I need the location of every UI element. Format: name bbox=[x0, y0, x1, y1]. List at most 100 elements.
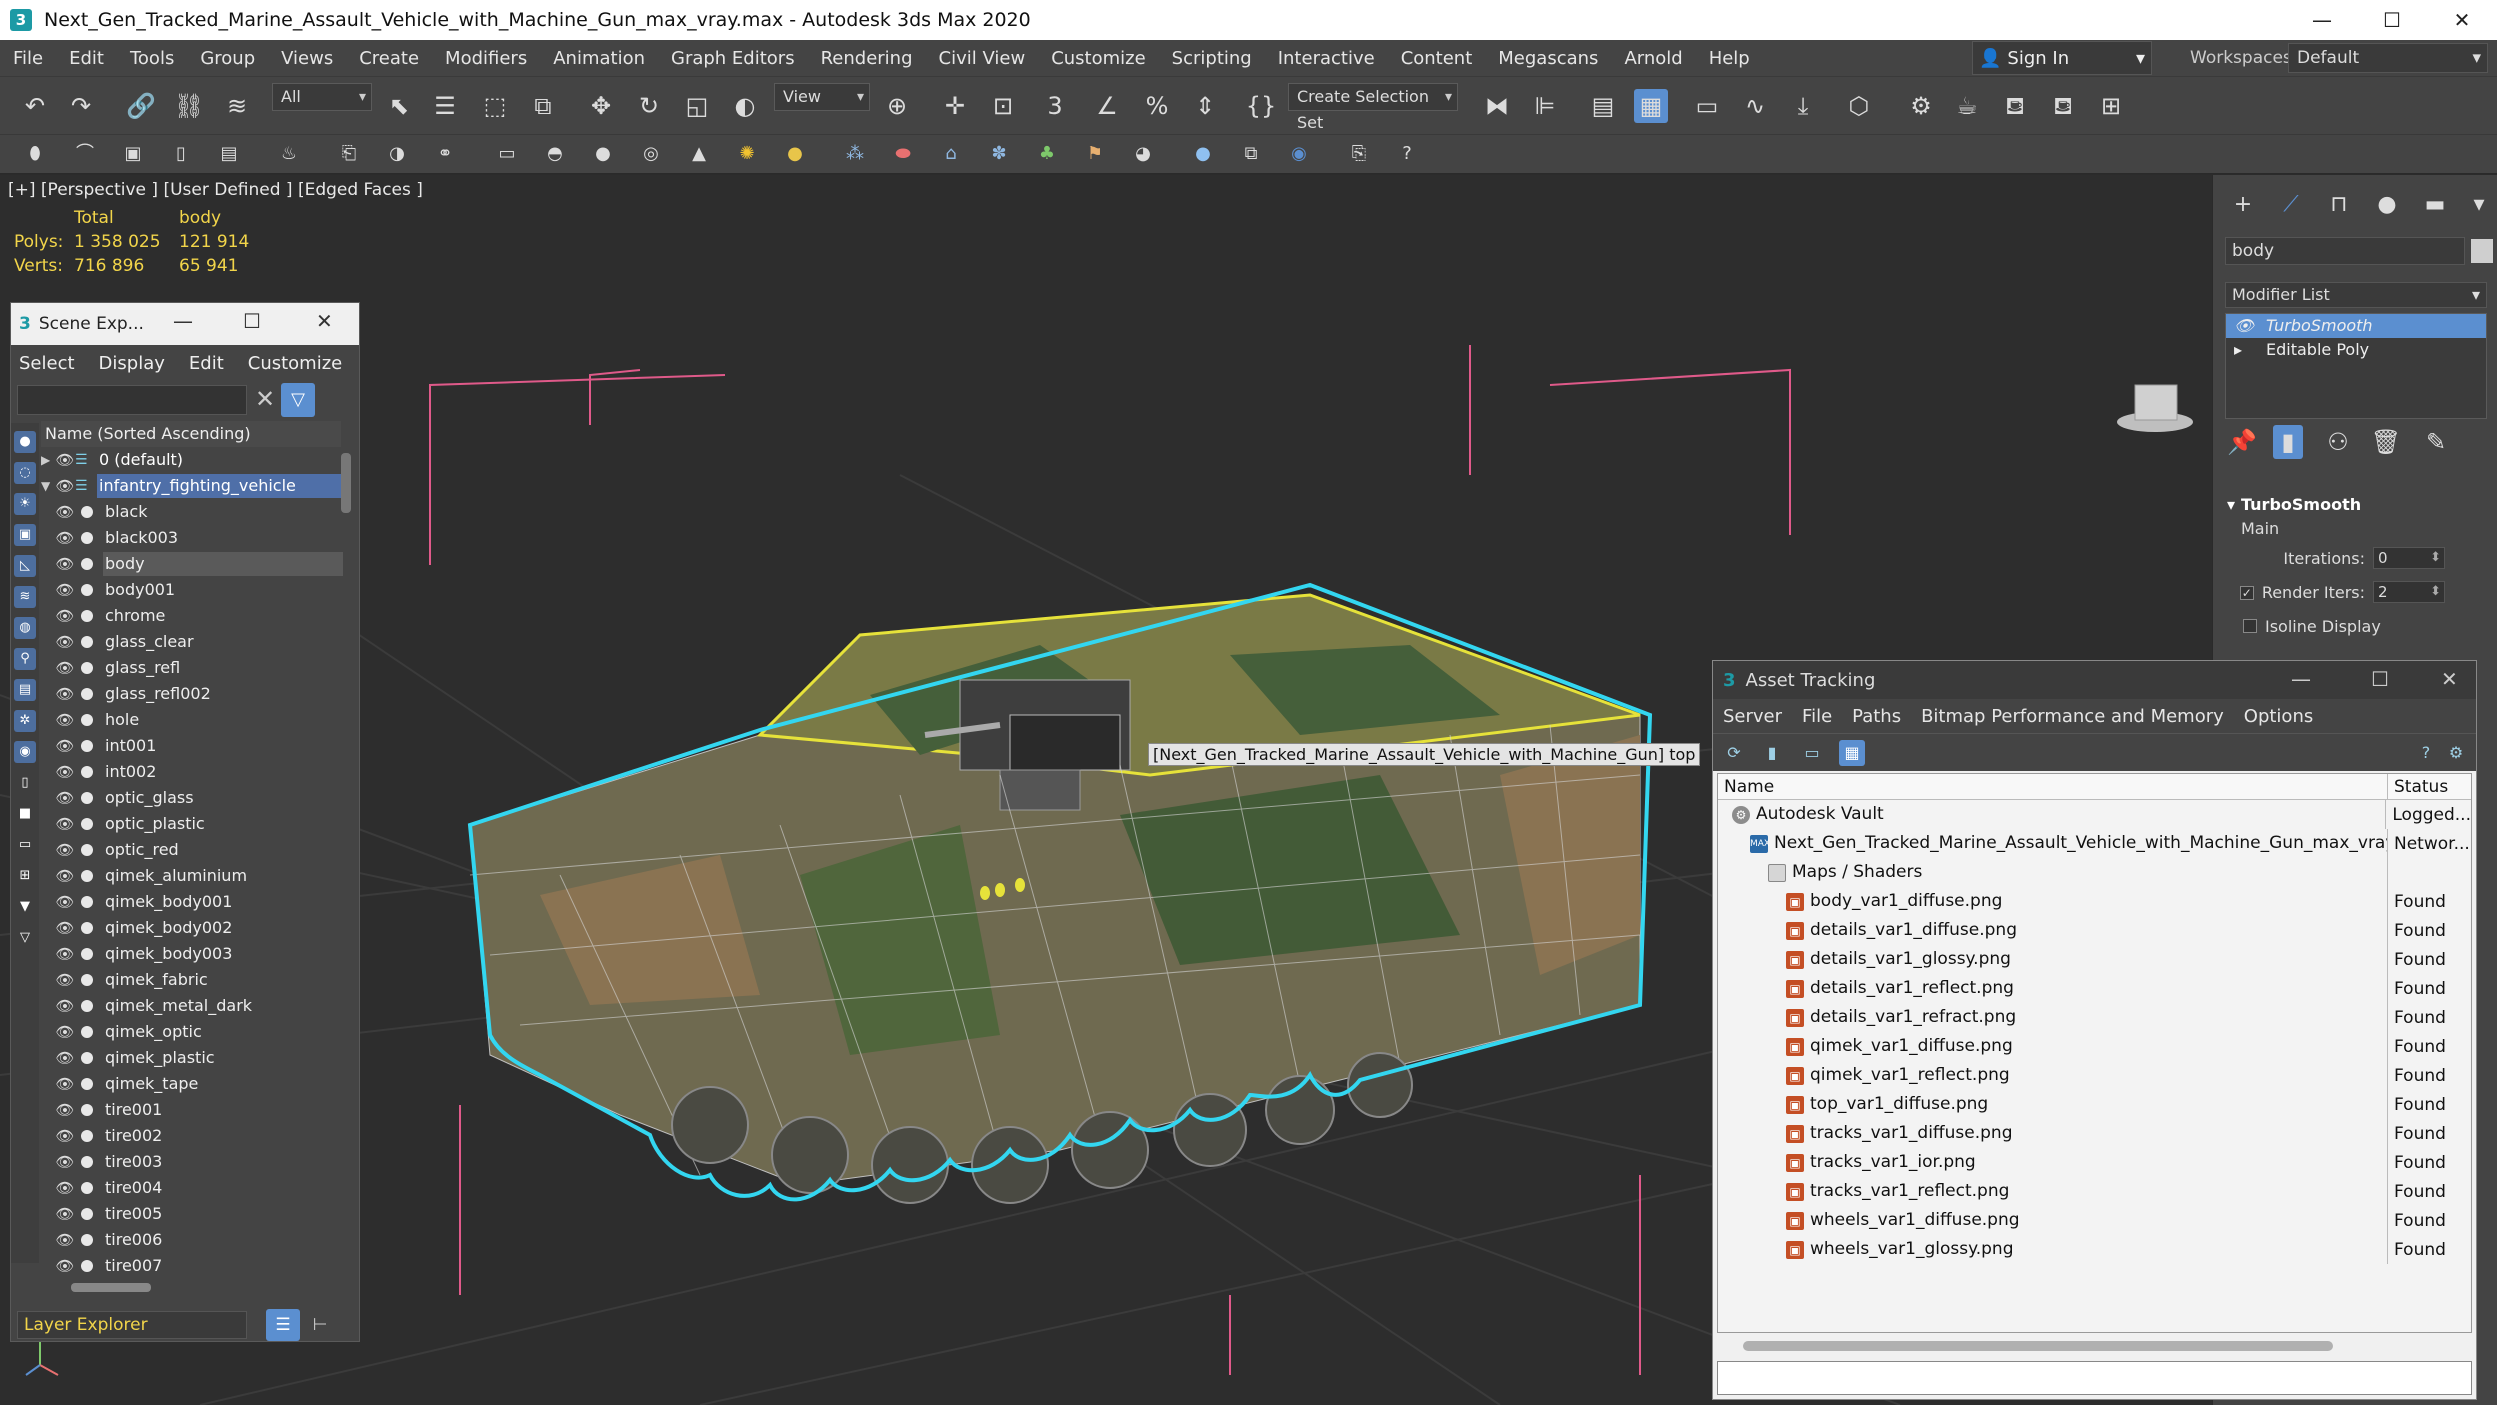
hierarchy-tab-icon[interactable]: ⊓ bbox=[2323, 189, 2355, 221]
iterations-spinner[interactable]: 0 bbox=[2373, 547, 2445, 569]
scene-explorer-menu-display[interactable]: Display bbox=[99, 353, 165, 374]
visibility-eye-icon[interactable]: 👁 bbox=[55, 477, 75, 495]
rectangular-selection-icon[interactable]: ⬚ bbox=[478, 89, 512, 123]
shapes-filter-icon[interactable]: ◌ bbox=[14, 462, 36, 484]
bones-filter-icon[interactable]: ▤ bbox=[14, 679, 36, 701]
funnel-icon[interactable]: ▼ bbox=[14, 896, 36, 918]
brush-icon[interactable]: ⌒ bbox=[72, 141, 98, 167]
curve-editor-icon[interactable]: ∿ bbox=[1738, 89, 1772, 123]
scene-list-item[interactable]: 👁 hole bbox=[41, 707, 343, 733]
view-cube[interactable] bbox=[2117, 384, 2193, 432]
scene-list-item[interactable]: 👁 int001 bbox=[41, 733, 343, 759]
help-icon[interactable]: ? bbox=[2413, 740, 2439, 766]
column-status-header[interactable]: Status bbox=[2388, 774, 2448, 799]
visibility-eye-icon[interactable]: 👁 bbox=[55, 529, 75, 547]
help-icon[interactable]: ? bbox=[1394, 141, 1420, 167]
visibility-eye-icon[interactable]: 👁 bbox=[55, 945, 75, 963]
maximize-icon[interactable]: ☐ bbox=[243, 309, 261, 333]
light-lister-icon[interactable]: ♨ bbox=[276, 141, 302, 167]
modifier-list-dropdown[interactable]: Modifier List ▾ bbox=[2225, 282, 2487, 308]
asset-row[interactable]: ▣ qimek_var1_reflect.png Found bbox=[1718, 1061, 2471, 1090]
asset-menu-options[interactable]: Options bbox=[2244, 706, 2313, 727]
reference-coordinate-dropdown[interactable]: View bbox=[774, 83, 870, 111]
scene-list-item[interactable]: 👁 glass_refl002 bbox=[41, 681, 343, 707]
menu-item-megascans[interactable]: Megascans bbox=[1485, 48, 1611, 69]
menu-item-scripting[interactable]: Scripting bbox=[1159, 48, 1265, 69]
asset-tracking-titlebar[interactable]: 3 Asset Tracking — ☐ ✕ bbox=[1713, 661, 2476, 699]
sun-positioner-icon[interactable]: ◑ bbox=[384, 141, 410, 167]
vray-export-icon[interactable]: ⎘ bbox=[1346, 141, 1372, 167]
scene-explorer-search-input[interactable] bbox=[17, 385, 247, 415]
visibility-eye-icon[interactable]: 👁 bbox=[55, 919, 75, 937]
scale-icon[interactable]: ◱ bbox=[680, 89, 714, 123]
xrefs-filter-icon[interactable]: ⚲ bbox=[14, 648, 36, 670]
scene-list-item[interactable]: 👁 int002 bbox=[41, 759, 343, 785]
visibility-eye-icon[interactable]: 👁 bbox=[55, 815, 75, 833]
pin-stack-icon[interactable]: 📌 bbox=[2225, 425, 2259, 459]
visibility-eye-icon[interactable]: 👁 bbox=[55, 737, 75, 755]
geometry-filter-icon[interactable]: ● bbox=[14, 431, 36, 453]
filter-options-icon[interactable]: ▽ bbox=[14, 927, 36, 949]
vray-sphere-icon[interactable]: ● bbox=[1190, 141, 1216, 167]
visibility-eye-icon[interactable]: 👁 bbox=[55, 1179, 75, 1197]
scene-list-item[interactable]: 👁 glass_clear bbox=[41, 629, 343, 655]
explorer-type-dropdown[interactable]: Layer Explorer bbox=[17, 1311, 247, 1339]
visibility-eye-icon[interactable]: 👁 bbox=[55, 1101, 75, 1119]
scene-list-item[interactable]: 👁 qimek_plastic bbox=[41, 1045, 343, 1071]
scene-list-item[interactable]: 👁 tire005 bbox=[41, 1201, 343, 1227]
asset-row[interactable]: ▣ tracks_var1_reflect.png Found bbox=[1718, 1177, 2471, 1206]
visibility-eye-icon[interactable]: 👁 bbox=[55, 1205, 75, 1223]
sky-light-icon[interactable]: ● bbox=[782, 141, 808, 167]
minimize-icon[interactable]: — bbox=[2291, 667, 2311, 691]
select-by-name-icon[interactable]: ☰ bbox=[428, 89, 462, 123]
scene-explorer-menu-edit[interactable]: Edit bbox=[189, 353, 224, 374]
object-paint-icon[interactable]: ⬮ bbox=[22, 141, 48, 167]
visibility-eye-icon[interactable]: 👁 bbox=[55, 685, 75, 703]
angle-snap-icon[interactable]: ∠ bbox=[1090, 89, 1124, 123]
keyboard-shortcut-override-icon[interactable]: ⊡ bbox=[986, 89, 1020, 123]
dome-icon[interactable]: ◓ bbox=[542, 141, 568, 167]
scene-list-item[interactable]: ▼ 👁 ☰ infantry_fighting_vehicle bbox=[41, 473, 343, 499]
menu-item-help[interactable]: Help bbox=[1696, 48, 1763, 69]
filter-icon[interactable]: ▽ bbox=[281, 383, 315, 417]
render-iters-checkbox[interactable]: ✓ bbox=[2239, 586, 2254, 600]
material-editor-icon[interactable]: ⬡ bbox=[1842, 89, 1876, 123]
named-selection-set-dropdown[interactable]: Create Selection Set bbox=[1288, 83, 1458, 132]
proxy-icon[interactable]: ⌂ bbox=[938, 141, 964, 167]
scene-list-item[interactable]: 👁 qimek_optic bbox=[41, 1019, 343, 1045]
particles-icon[interactable]: ⁂ bbox=[842, 141, 868, 167]
ribbon-icon[interactable]: ▭ bbox=[1690, 89, 1724, 123]
schematic-view-icon[interactable]: ⤓ bbox=[1786, 89, 1820, 123]
place-icon[interactable]: ◐ bbox=[728, 89, 762, 123]
asset-row[interactable]: MAX Next_Gen_Tracked_Marine_Assault_Vehic… bbox=[1718, 829, 2471, 858]
save-icon[interactable]: ▣ bbox=[120, 141, 146, 167]
link-icon[interactable]: 🔗 bbox=[124, 89, 158, 123]
render-iters-spinner[interactable]: 2 bbox=[2373, 581, 2445, 603]
sphere-icon[interactable]: ● bbox=[590, 141, 616, 167]
move-icon[interactable]: ✥ bbox=[584, 89, 618, 123]
visibility-eye-icon[interactable]: 👁 bbox=[55, 503, 75, 521]
volume-icon[interactable]: ✽ bbox=[986, 141, 1012, 167]
object-name-input[interactable]: body bbox=[2225, 237, 2465, 265]
menu-item-create[interactable]: Create bbox=[346, 48, 432, 69]
visibility-eye-icon[interactable]: 👁 bbox=[55, 1023, 75, 1041]
menu-item-arnold[interactable]: Arnold bbox=[1611, 48, 1695, 69]
visibility-eye-icon[interactable]: 👁 bbox=[55, 789, 75, 807]
pivot-center-icon[interactable]: ⊕ bbox=[880, 89, 914, 123]
decal-icon[interactable]: ⚑ bbox=[1082, 141, 1108, 167]
visibility-eye-icon[interactable]: 👁 bbox=[55, 555, 75, 573]
hierarchy-icon[interactable]: ⊢ bbox=[307, 1309, 333, 1341]
spinner-snap-icon[interactable]: ⇕ bbox=[1188, 89, 1222, 123]
scene-list-item[interactable]: 👁 optic_plastic bbox=[41, 811, 343, 837]
visibility-eye-icon[interactable]: 👁 bbox=[55, 1075, 75, 1093]
fur-icon[interactable]: ♣ bbox=[1034, 141, 1060, 167]
rollout-title[interactable]: TurboSmooth bbox=[2225, 493, 2487, 517]
scene-list-item[interactable]: 👁 tire007 bbox=[41, 1253, 343, 1277]
column-name-header[interactable]: Name bbox=[1718, 774, 2388, 799]
menu-item-customize[interactable]: Customize bbox=[1038, 48, 1158, 69]
asset-menu-file[interactable]: File bbox=[1802, 706, 1832, 727]
visibility-eye-icon[interactable]: 👁 bbox=[55, 1049, 75, 1067]
select-object-icon[interactable]: ⬉ bbox=[382, 89, 416, 123]
rotate-icon[interactable]: ↻ bbox=[632, 89, 666, 123]
render-iterative-icon[interactable]: ⛾ bbox=[2046, 89, 2080, 123]
